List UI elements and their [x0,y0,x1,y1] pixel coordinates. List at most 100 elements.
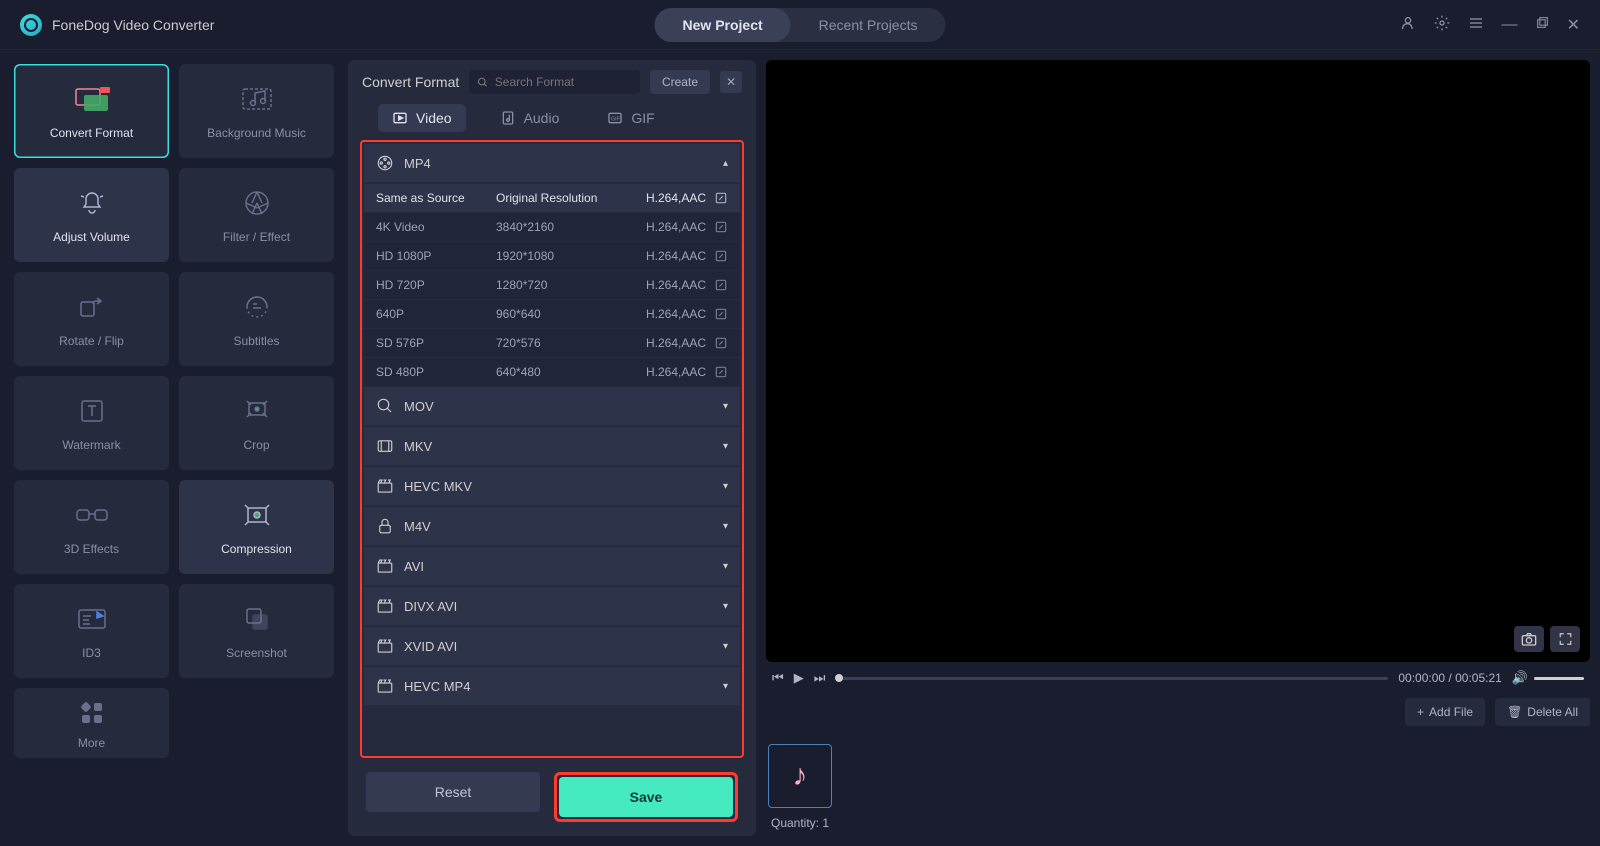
svg-text:GIF: GIF [611,117,621,123]
format-group-hevc-mp4[interactable]: HEVC MP4 ▾ [364,667,740,705]
screenshot-icon [244,602,270,636]
edit-icon[interactable] [714,336,728,350]
format-row[interactable]: 640P 960*640 H.264,AAC [364,300,740,328]
tool-label: Filter / Effect [223,230,290,244]
tool-subtitles[interactable]: Subtitles [179,272,334,366]
logo-icon [20,14,42,36]
format-row[interactable]: Same as Source Original Resolution H.264… [364,184,740,212]
audio-icon [500,110,516,126]
id3-icon [77,602,107,636]
tool-label: Convert Format [50,126,133,140]
chevron-down-icon: ▾ [723,561,728,572]
tool-label: Screenshot [226,646,287,660]
tool-label: Watermark [62,438,120,452]
music-note-icon: ♪ [793,759,808,793]
format-row[interactable]: HD 1080P 1920*1080 H.264,AAC [364,242,740,270]
format-tab-audio[interactable]: Audio [486,104,574,132]
tool-convert-format[interactable]: Convert Format [14,64,169,158]
gif-icon: GIF [607,110,623,126]
chevron-down-icon: ▾ [723,601,728,612]
format-group-divx-avi[interactable]: DIVX AVI ▾ [364,587,740,625]
tool-crop[interactable]: Crop [179,376,334,470]
edit-icon[interactable] [714,307,728,321]
more-grid-icon [80,696,104,730]
prev-button[interactable]: ⏮ [772,670,784,686]
format-group-mp4[interactable]: MP4 ▴ [364,144,740,182]
tab-new-project[interactable]: New Project [655,8,791,42]
tool-adjust-volume[interactable]: Adjust Volume [14,168,169,262]
reset-button[interactable]: Reset [366,772,540,812]
add-file-button[interactable]: +Add File [1405,698,1485,726]
edit-icon[interactable] [714,249,728,263]
tab-recent-projects[interactable]: Recent Projects [791,8,946,42]
close-button[interactable]: ✕ [1567,15,1580,35]
glasses-icon [75,498,109,532]
time-display: 00:00:00 / 00:05:21 [1398,671,1501,685]
watermark-icon [79,394,105,428]
tool-label: Background Music [207,126,306,140]
edit-icon[interactable] [714,365,728,379]
format-row[interactable]: SD 576P 720*576 H.264,AAC [364,329,740,357]
file-thumbnail[interactable]: ♪ Quantity: 1 [768,744,832,830]
format-row[interactable]: HD 720P 1280*720 H.264,AAC [364,271,740,299]
tool-filter-effect[interactable]: Filter / Effect [179,168,334,262]
window-controls: — ✕ [1400,15,1580,35]
format-group-m4v[interactable]: M4V ▾ [364,507,740,545]
volume-icon[interactable]: 🔊 [1512,670,1528,686]
format-group-mkv[interactable]: MKV ▾ [364,427,740,465]
tool-more[interactable]: More [14,688,169,758]
volume-slider[interactable] [1534,677,1584,680]
clapper-icon [376,637,394,655]
tool-background-music[interactable]: Background Music [179,64,334,158]
tool-screenshot[interactable]: Screenshot [179,584,334,678]
format-group-avi[interactable]: AVI ▾ [364,547,740,585]
preview-video[interactable] [766,60,1590,662]
format-tab-gif[interactable]: GIF GIF [593,104,668,132]
progress-slider[interactable] [835,677,1388,680]
camera-button[interactable] [1514,626,1544,652]
format-list[interactable]: MP4 ▴ Same as Source Original Resolution… [360,140,744,758]
search-input[interactable] [495,75,632,89]
search-input-wrap[interactable] [469,70,640,94]
preview-pane: ⏮ ▶ ⏭ 00:00:00 / 00:05:21 🔊 +Add File 🗑D… [766,60,1590,836]
edit-icon[interactable] [714,278,728,292]
clapper-icon [376,557,394,575]
tool-label: Compression [221,542,292,556]
tool-compression[interactable]: Compression [179,480,334,574]
chevron-down-icon: ▾ [723,521,728,532]
tool-rotate-flip[interactable]: Rotate / Flip [14,272,169,366]
playbar: ⏮ ▶ ⏭ 00:00:00 / 00:05:21 🔊 [766,670,1590,686]
rotate-icon [77,290,107,324]
music-icon [241,82,273,116]
create-button[interactable]: Create [650,70,710,94]
app-logo: FoneDog Video Converter [20,14,214,36]
chevron-up-icon: ▴ [723,158,728,169]
edit-icon[interactable] [714,220,728,234]
minimize-button[interactable]: — [1502,16,1518,34]
format-row[interactable]: SD 480P 640*480 H.264,AAC [364,358,740,386]
format-row[interactable]: 4K Video 3840*2160 H.264,AAC [364,213,740,241]
trash-icon: 🗑 [1507,705,1522,719]
close-panel-button[interactable]: ✕ [720,71,742,93]
tool-label: Adjust Volume [53,230,130,244]
edit-icon[interactable] [714,191,728,205]
tool-id3[interactable]: ID3 [14,584,169,678]
gear-icon[interactable] [1434,15,1450,35]
tool-watermark[interactable]: Watermark [14,376,169,470]
next-button[interactable]: ⏭ [814,670,826,686]
format-tab-video[interactable]: Video [378,104,466,132]
format-group-mov[interactable]: MOV ▾ [364,387,740,425]
tool-label: Subtitles [233,334,279,348]
menu-icon[interactable] [1468,15,1484,35]
fullscreen-button[interactable] [1550,626,1580,652]
delete-all-button[interactable]: 🗑Delete All [1495,698,1590,726]
save-button[interactable]: Save [559,777,733,817]
reel-icon [376,154,394,172]
tool-3d-effects[interactable]: 3D Effects [14,480,169,574]
play-button[interactable]: ▶ [794,670,804,686]
chevron-down-icon: ▾ [723,681,728,692]
maximize-button[interactable] [1536,16,1549,34]
format-group-hevc-mkv[interactable]: HEVC MKV ▾ [364,467,740,505]
format-group-xvid-avi[interactable]: XVID AVI ▾ [364,627,740,665]
user-icon[interactable] [1400,15,1416,35]
